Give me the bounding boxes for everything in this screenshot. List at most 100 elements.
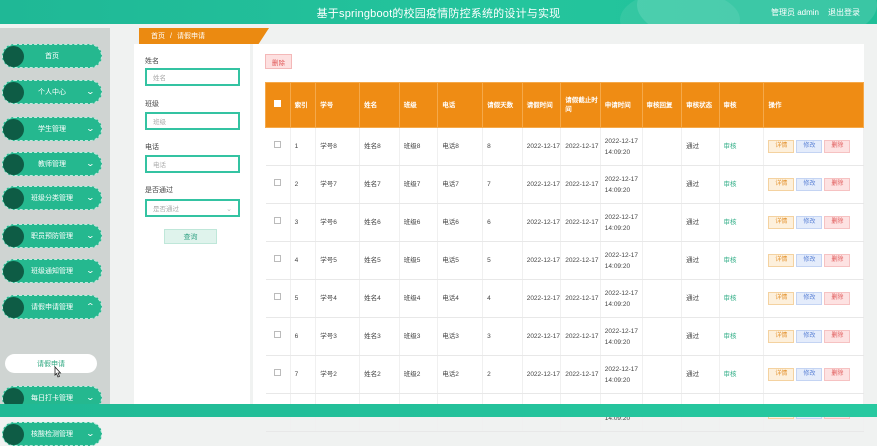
chevron-down-icon: ⌄	[85, 266, 96, 275]
menu-dot-icon	[3, 46, 24, 67]
cell-apply: 2022-12-17 14:09:20	[600, 355, 643, 394]
row-checkbox[interactable]	[274, 179, 282, 186]
audit-cell: 审核	[719, 127, 765, 166]
row-checkbox[interactable]	[274, 293, 282, 300]
row-checkbox[interactable]	[274, 331, 282, 338]
row-checkbox[interactable]	[274, 141, 282, 148]
detail-button[interactable]: 详情	[768, 178, 795, 191]
detail-button[interactable]: 详情	[768, 216, 795, 229]
edit-button[interactable]: 修改	[796, 330, 823, 343]
chevron-up-icon: ⌃	[85, 302, 96, 311]
cell-days: 3	[482, 317, 523, 356]
batch-delete-button[interactable]: 删除	[265, 54, 292, 69]
cell-days: 4	[482, 279, 523, 318]
actions-cell: 详情修改删除	[763, 203, 864, 242]
actions-cell: 详情修改删除	[763, 165, 864, 204]
cell-cls: 班级6	[399, 203, 439, 242]
delete-button[interactable]: 删除	[824, 330, 851, 343]
detail-button[interactable]: 详情	[768, 292, 795, 305]
row-checkbox[interactable]	[274, 369, 282, 376]
table-row: 3 学号6 姓名6 班级6 电话6 6 2022-12-17 2022-12-17 2022-1…	[265, 203, 864, 242]
audit-link[interactable]: 审核	[724, 333, 737, 340]
row-checkbox[interactable]	[274, 217, 282, 224]
sidebar-menu-item[interactable]: 首页	[2, 44, 102, 68]
row-checkbox[interactable]	[274, 255, 282, 262]
app-title: 基于springboot的校园疫情防控系统的设计与实现	[316, 8, 561, 20]
delete-button[interactable]: 删除	[824, 368, 851, 381]
sidebar-menu-item[interactable]: 请假申请管理 ⌃	[2, 295, 102, 319]
delete-button[interactable]: 删除	[824, 216, 851, 229]
col-header: 请假天数	[482, 82, 523, 128]
edit-button[interactable]: 修改	[796, 178, 823, 191]
cell-cls: 班级4	[399, 279, 439, 318]
cell-sid: 学号3	[315, 317, 361, 356]
breadcrumb-home[interactable]: 首页	[151, 31, 165, 41]
edit-button[interactable]: 修改	[796, 368, 823, 381]
cell-days: 2	[482, 355, 523, 394]
chevron-down-icon: ⌄	[85, 159, 96, 168]
mouse-pointer-icon	[54, 366, 62, 378]
audit-cell: 审核	[719, 203, 765, 242]
sidebar-menu-item[interactable]: 班级分类管理 ⌄	[2, 186, 102, 210]
bottom-strip	[0, 404, 877, 417]
class-input[interactable]: 班级	[145, 112, 240, 130]
top-header: 基于springboot的校园疫情防控系统的设计与实现 管理员 admin 退出…	[0, 0, 877, 24]
delete-button[interactable]: 删除	[824, 140, 851, 153]
cell-phone: 电话3	[437, 317, 484, 356]
cell-name: 姓名4	[359, 279, 400, 318]
sidebar-item-label: 请假申请管理	[31, 304, 73, 311]
select-all-checkbox[interactable]	[274, 100, 282, 107]
cell-apply: 2022-12-17 14:09:20	[600, 241, 643, 280]
detail-button[interactable]: 详情	[768, 140, 795, 153]
audit-cell: 审核	[719, 317, 765, 356]
detail-button[interactable]: 详情	[768, 368, 795, 381]
edit-button[interactable]: 修改	[796, 216, 823, 229]
submenu-item-leave-application[interactable]: 请假申请	[5, 354, 97, 373]
audit-link[interactable]: 审核	[724, 219, 737, 226]
sidebar: 核酸检测管理 ⌄ 每日打卡管理 ⌄ 请假申请管理 ⌃ 班级通知管理 ⌄ 职员预防管理 ⌄ 班级分类管…	[0, 28, 110, 446]
sidebar-item-label: 个人中心	[38, 89, 66, 96]
edit-button[interactable]: 修改	[796, 140, 823, 153]
sidebar-menu-item[interactable]: 职员预防管理 ⌄	[2, 224, 102, 248]
phone-label: 电话	[145, 144, 159, 151]
row-select-cell	[265, 241, 291, 280]
sidebar-menu-item[interactable]: 核酸检测管理 ⌄	[2, 422, 102, 446]
chevron-down-icon: ⌄	[85, 231, 96, 240]
cell-end: 2022-12-17	[560, 203, 601, 242]
audit-link[interactable]: 审核	[724, 371, 737, 378]
cell-start: 2022-12-17	[522, 279, 562, 318]
name-input[interactable]: 姓名	[145, 68, 240, 86]
detail-button[interactable]: 详情	[768, 330, 795, 343]
delete-button[interactable]: 删除	[824, 292, 851, 305]
cell-end: 2022-12-17	[560, 241, 601, 280]
sidebar-menu-item[interactable]: 个人中心 ⌄	[2, 80, 102, 104]
sidebar-item-label: 学生管理	[38, 126, 66, 133]
cell-days: 8	[482, 127, 523, 166]
edit-button[interactable]: 修改	[796, 254, 823, 267]
delete-button[interactable]: 删除	[824, 178, 851, 191]
table-row: 7 学号2 姓名2 班级2 电话2 2 2022-12-17 2022-12-17 2022-1…	[265, 355, 864, 394]
menu-dot-icon	[3, 154, 24, 175]
query-button[interactable]: 查询	[164, 229, 217, 244]
logout-link[interactable]: 退出登录	[828, 7, 860, 18]
audit-link[interactable]: 审核	[724, 257, 737, 264]
cell-days: 6	[482, 203, 523, 242]
edit-button[interactable]: 修改	[796, 292, 823, 305]
cell-reply	[642, 241, 683, 280]
delete-button[interactable]: 删除	[824, 254, 851, 267]
cell-phone: 电话8	[437, 127, 484, 166]
sidebar-menu-item[interactable]: 教师管理 ⌄	[2, 152, 102, 176]
col-header: 学号	[315, 82, 361, 128]
audit-link[interactable]: 审核	[724, 295, 737, 302]
sidebar-menu-item[interactable]: 班级通知管理 ⌄	[2, 259, 102, 283]
detail-button[interactable]: 详情	[768, 254, 795, 267]
sidebar-menu-item[interactable]: 学生管理 ⌄	[2, 117, 102, 141]
audit-link[interactable]: 审核	[724, 143, 737, 150]
user-info: 管理员 admin	[770, 8, 819, 17]
breadcrumb: 首页 / 请假申请	[139, 28, 269, 44]
cell-phone: 电话2	[437, 355, 484, 394]
phone-input[interactable]: 电话	[145, 155, 240, 173]
table-row: 6 学号3 姓名3 班级3 电话3 3 2022-12-17 2022-12-17 2022-1…	[265, 317, 864, 356]
audit-link[interactable]: 审核	[724, 181, 737, 188]
approve-select[interactable]: 是否通过 ⌄	[145, 199, 240, 217]
